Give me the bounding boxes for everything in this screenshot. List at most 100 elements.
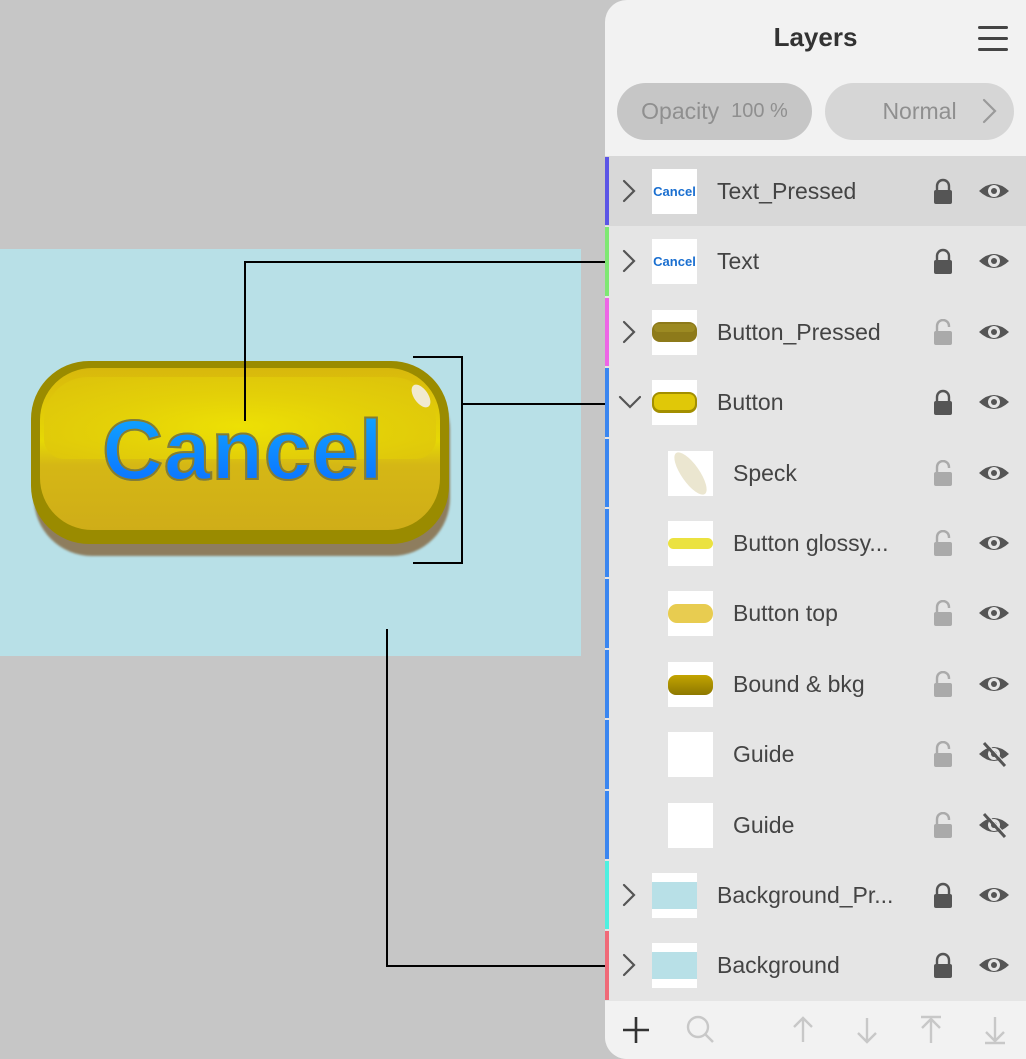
layer-thumbnail	[652, 943, 697, 989]
eye-slash-icon[interactable]	[977, 741, 1011, 768]
unlock-icon[interactable]	[932, 459, 954, 487]
layer-thumbnail	[652, 309, 697, 355]
svg-text:Cancel: Cancel	[653, 184, 696, 199]
connector-button-bracket-side	[461, 356, 463, 564]
lock-icon[interactable]	[932, 882, 954, 909]
chevron-right-icon[interactable]	[619, 319, 639, 345]
layer-name: Guide	[733, 741, 795, 768]
eye-slash-icon[interactable]	[977, 812, 1011, 838]
lock-icon[interactable]	[932, 952, 954, 979]
move-up-button[interactable]	[787, 1014, 819, 1046]
layer-color-strip	[605, 860, 609, 930]
layer-thumbnail	[668, 520, 713, 566]
search-icon	[686, 1015, 714, 1043]
layer-name: Background_Pr...	[717, 881, 894, 908]
layer-row[interactable]: Button_Pressed	[605, 296, 1026, 368]
connector-button-horizontal	[461, 403, 616, 405]
add-layer-button[interactable]	[620, 1014, 652, 1046]
chevron-right-icon[interactable]	[619, 882, 639, 908]
layer-row[interactable]: Guide	[605, 789, 1026, 860]
unlock-icon[interactable]	[932, 529, 954, 557]
eye-icon[interactable]	[977, 952, 1011, 978]
plus-icon	[623, 1017, 649, 1043]
eye-icon[interactable]	[977, 882, 1011, 908]
layer-color-strip	[605, 297, 609, 367]
connector-background-horizontal	[386, 965, 618, 967]
layer-thumbnail	[668, 661, 713, 707]
layer-color-strip	[605, 720, 609, 789]
unlock-icon[interactable]	[932, 318, 954, 346]
eye-icon[interactable]	[977, 671, 1011, 697]
layer-color-strip	[605, 227, 609, 296]
opacity-value: 100 %	[731, 100, 788, 122]
layer-color-strip	[605, 790, 609, 859]
connector-button-bracket-top	[413, 356, 463, 358]
lock-icon[interactable]	[932, 389, 954, 416]
eye-icon[interactable]	[977, 389, 1011, 415]
canvas[interactable]: Cancel	[0, 0, 618, 1059]
layer-thumbnail	[668, 802, 713, 848]
arrow-to-top-icon	[921, 1015, 941, 1043]
blend-mode-select[interactable]: Normal	[825, 83, 1014, 140]
unlock-icon[interactable]	[932, 811, 954, 839]
layer-row[interactable]: Cancel Text	[605, 226, 1026, 297]
layer-name: Button top	[733, 600, 838, 627]
layer-row[interactable]: Background	[605, 930, 1026, 1001]
layer-name: Text_Pressed	[717, 178, 857, 204]
move-down-button[interactable]	[851, 1014, 883, 1046]
unlock-icon[interactable]	[932, 600, 954, 627]
arrow-up-icon	[793, 1016, 813, 1042]
layers-toolbar	[605, 1001, 1026, 1059]
unlock-icon[interactable]	[932, 740, 954, 768]
layer-row[interactable]: Button glossy...	[605, 507, 1026, 579]
layer-name: Background	[717, 952, 840, 979]
layer-color-strip	[605, 649, 609, 719]
layer-name: Text	[717, 248, 760, 275]
layer-row[interactable]: Guide	[605, 719, 1026, 790]
move-to-top-button[interactable]	[915, 1014, 947, 1046]
layer-row[interactable]: Bound & bkg	[605, 648, 1026, 720]
hamburger-menu-icon[interactable]	[978, 26, 1008, 52]
svg-text:Cancel: Cancel	[653, 254, 696, 269]
layers-panel: Layers Opacity 100 % Normal Cancel Text_P…	[605, 0, 1026, 1059]
chevron-right-icon[interactable]	[619, 178, 639, 204]
eye-icon[interactable]	[977, 319, 1011, 345]
layer-row[interactable]: Button	[605, 367, 1026, 438]
chevron-right-icon[interactable]	[619, 248, 639, 274]
blend-mode-value: Normal	[882, 98, 957, 124]
opacity-control[interactable]: Opacity 100 %	[617, 83, 812, 140]
layer-name: Speck	[733, 459, 797, 486]
layer-thumbnail	[652, 872, 697, 918]
connector-background-vertical	[386, 629, 388, 967]
layer-row[interactable]: Speck	[605, 437, 1026, 508]
chevron-right-icon[interactable]	[619, 952, 639, 978]
eye-icon[interactable]	[977, 248, 1011, 274]
layer-name: Button_Pressed	[717, 318, 881, 345]
layer-name: Bound & bkg	[733, 670, 865, 697]
layer-thumbnail: Cancel	[652, 239, 697, 285]
layer-row[interactable]: Background_Pr...	[605, 859, 1026, 931]
search-button[interactable]	[685, 1014, 717, 1046]
unlock-icon[interactable]	[932, 670, 954, 698]
button-text[interactable]: Cancel	[34, 395, 452, 505]
opacity-label: Opacity	[641, 98, 720, 124]
lock-icon[interactable]	[932, 178, 954, 205]
eye-icon[interactable]	[977, 178, 1011, 204]
eye-icon[interactable]	[977, 460, 1011, 486]
layer-row[interactable]: Button top	[605, 578, 1026, 649]
layer-color-strip	[605, 438, 609, 507]
layer-color-strip	[605, 931, 609, 1000]
layer-name: Guide	[733, 811, 795, 838]
connector-text-vertical	[244, 261, 246, 421]
move-to-bottom-button[interactable]	[979, 1014, 1011, 1046]
eye-icon[interactable]	[977, 600, 1011, 626]
lock-icon[interactable]	[932, 248, 954, 275]
layers-list: Cancel Text_Pressed Cancel Text Button_Press…	[605, 156, 1026, 1001]
layer-thumbnail: Cancel	[652, 169, 697, 214]
layer-row[interactable]: Cancel Text_Pressed	[605, 156, 1026, 227]
chevron-down-icon[interactable]	[617, 389, 642, 415]
arrow-down-icon	[857, 1018, 877, 1044]
layer-thumbnail	[668, 732, 713, 778]
eye-icon[interactable]	[977, 530, 1011, 556]
connector-text-horizontal	[244, 261, 616, 263]
